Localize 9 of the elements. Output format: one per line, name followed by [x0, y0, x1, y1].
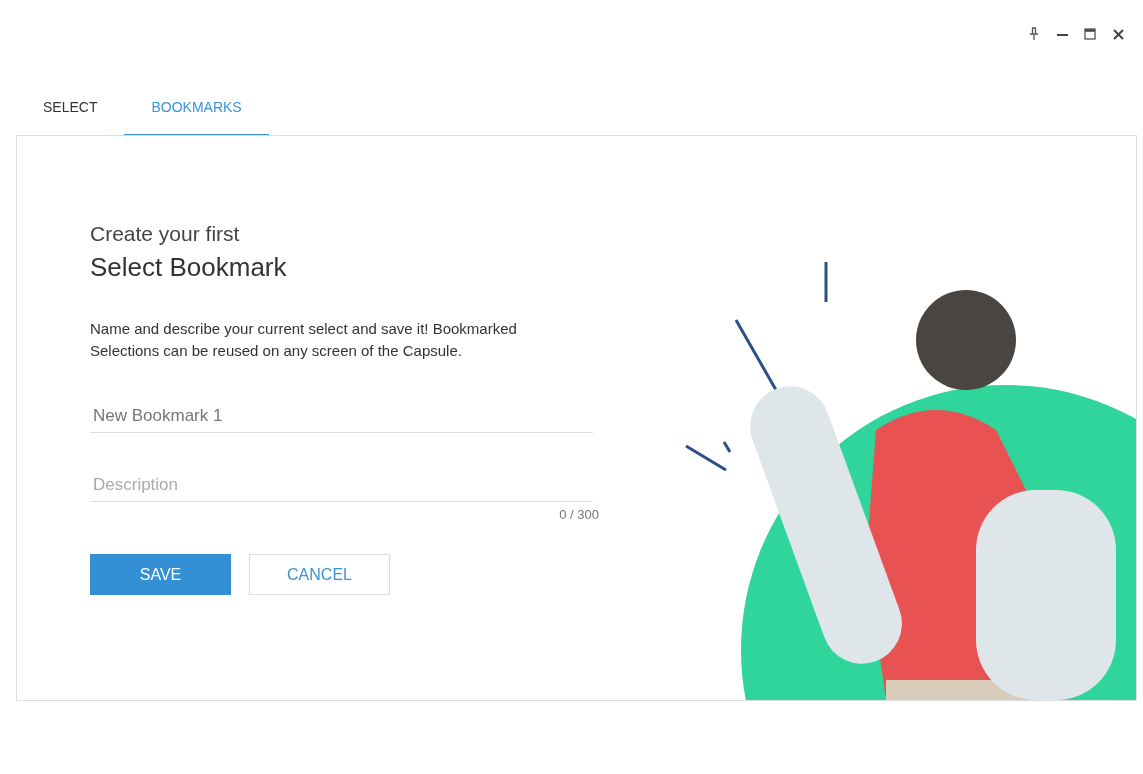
tab[interactable]: SELECT: [16, 90, 125, 136]
maximize-icon[interactable]: [1081, 25, 1099, 43]
subtitle: Create your first: [90, 222, 241, 246]
character-counter: 0 / 300: [559, 507, 599, 522]
tab[interactable]: BOOKMARKS: [124, 90, 269, 136]
description-text: Name and describe your current select and save it! Bookmarked Selections can be reused on any screen of the Capsule.: [90, 319, 518, 361]
save-button[interactable]: SAVE: [90, 554, 231, 595]
title: Select Bookmark: [90, 252, 288, 283]
cancel-button[interactable]: CANCEL: [249, 554, 390, 595]
